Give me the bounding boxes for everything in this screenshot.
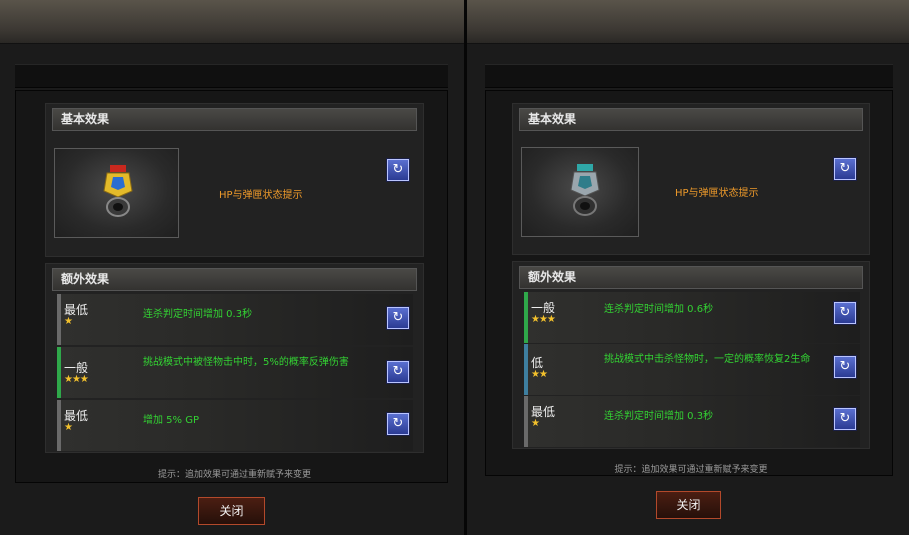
reroll-icon: ↻ <box>839 305 851 320</box>
item-thumbnail <box>54 148 179 238</box>
grade-stars: ★★ <box>531 369 548 380</box>
reroll-button[interactable]: ↻ <box>834 408 856 430</box>
section-title-extra: 额外效果 <box>519 266 863 289</box>
reroll-button[interactable]: ↻ <box>387 361 409 383</box>
left-dialog: 基本效果 HP与弹匣状态提示 ↻ 额外效果 最低 ★ 连杀判定时间增加 0.3秒… <box>0 0 464 535</box>
reroll-button[interactable]: ↻ <box>834 356 856 378</box>
reroll-icon: ↻ <box>392 162 404 177</box>
section-title-basic: 基本效果 <box>519 108 863 131</box>
reroll-icon: ↻ <box>839 411 851 426</box>
extra-effect-row: 最低 ★ 连杀判定时间增加 0.3秒 ↻ <box>524 396 860 447</box>
extra-effect-section: 额外效果 最低 ★ 连杀判定时间增加 0.3秒 ↻ 一般 ★★★ 挑战模式中被怪… <box>45 263 424 453</box>
reroll-icon: ↻ <box>392 416 404 431</box>
hint-text: 提示：追加效果可通过重新赋予来变更 <box>614 465 768 475</box>
window-top-bar <box>467 0 909 44</box>
grade-edge <box>524 396 528 447</box>
item-thumbnail <box>521 147 639 237</box>
reroll-button[interactable]: ↻ <box>834 158 856 180</box>
dialog-header <box>485 64 893 88</box>
effect-description: 连杀判定时间增加 0.3秒 <box>604 411 714 422</box>
dialog-header <box>15 64 448 88</box>
grade-stars: ★ <box>64 316 73 327</box>
right-dialog: 基本效果 HP与弹匣状态提示 ↻ 额外效果 一般 ★★★ 连杀判定时间增加 0.… <box>467 0 909 535</box>
grade-edge <box>57 400 61 451</box>
grade-stars: ★★★ <box>531 314 556 325</box>
item-helmet-icon <box>570 164 600 216</box>
extra-effect-section: 额外效果 一般 ★★★ 连杀判定时间增加 0.6秒 ↻ 低 ★★ 挑战模式中击杀… <box>512 261 870 449</box>
window-top-bar <box>0 0 464 44</box>
basic-effect-section: 基本效果 HP与弹匣状态提示 ↻ <box>45 103 424 257</box>
extra-effect-row: 最低 ★ 连杀判定时间增加 0.3秒 ↻ <box>57 294 413 345</box>
effect-description: 增加 5% GP <box>143 415 200 426</box>
effect-description: 挑战模式中击杀怪物时，一定的概率恢复2生命 <box>604 354 811 365</box>
extra-effect-row: 最低 ★ 增加 5% GP ↻ <box>57 400 413 451</box>
section-title-basic: 基本效果 <box>52 108 417 131</box>
effect-description: 连杀判定时间增加 0.3秒 <box>143 309 253 320</box>
reroll-icon: ↻ <box>392 310 404 325</box>
extra-effect-row: 一般 ★★★ 连杀判定时间增加 0.6秒 ↻ <box>524 292 860 343</box>
close-button[interactable]: 关闭 <box>198 497 265 525</box>
extra-effect-row: 低 ★★ 挑战模式中击杀怪物时，一定的概率恢复2生命 ↻ <box>524 344 860 395</box>
section-title-extra: 额外效果 <box>52 268 417 291</box>
effect-description: 连杀判定时间增加 0.6秒 <box>604 304 714 315</box>
grade-stars: ★ <box>64 422 73 433</box>
grade-edge <box>57 347 61 398</box>
basic-effect-text: HP与弹匣状态提示 <box>219 190 303 201</box>
reroll-button[interactable]: ↻ <box>834 302 856 324</box>
basic-effect-section: 基本效果 HP与弹匣状态提示 ↻ <box>512 103 870 255</box>
grade-stars: ★ <box>531 418 540 429</box>
reroll-icon: ↻ <box>839 161 851 176</box>
reroll-icon: ↻ <box>392 364 404 379</box>
item-helmet-icon <box>103 165 133 217</box>
reroll-button[interactable]: ↻ <box>387 307 409 329</box>
reroll-button[interactable]: ↻ <box>387 413 409 435</box>
reroll-button[interactable]: ↻ <box>387 159 409 181</box>
grade-edge <box>57 294 61 345</box>
effect-description: 挑战模式中被怪物击中时，5%的概率反弹伤害 <box>143 357 349 368</box>
grade-edge <box>524 344 528 395</box>
close-button[interactable]: 关闭 <box>656 491 721 519</box>
grade-edge <box>524 292 528 343</box>
reroll-icon: ↻ <box>839 359 851 374</box>
basic-effect-text: HP与弹匣状态提示 <box>675 188 759 199</box>
hint-text: 提示：追加效果可通过重新赋予来变更 <box>157 470 311 480</box>
extra-effect-row: 一般 ★★★ 挑战模式中被怪物击中时，5%的概率反弹伤害 ↻ <box>57 347 413 398</box>
grade-stars: ★★★ <box>64 374 89 385</box>
